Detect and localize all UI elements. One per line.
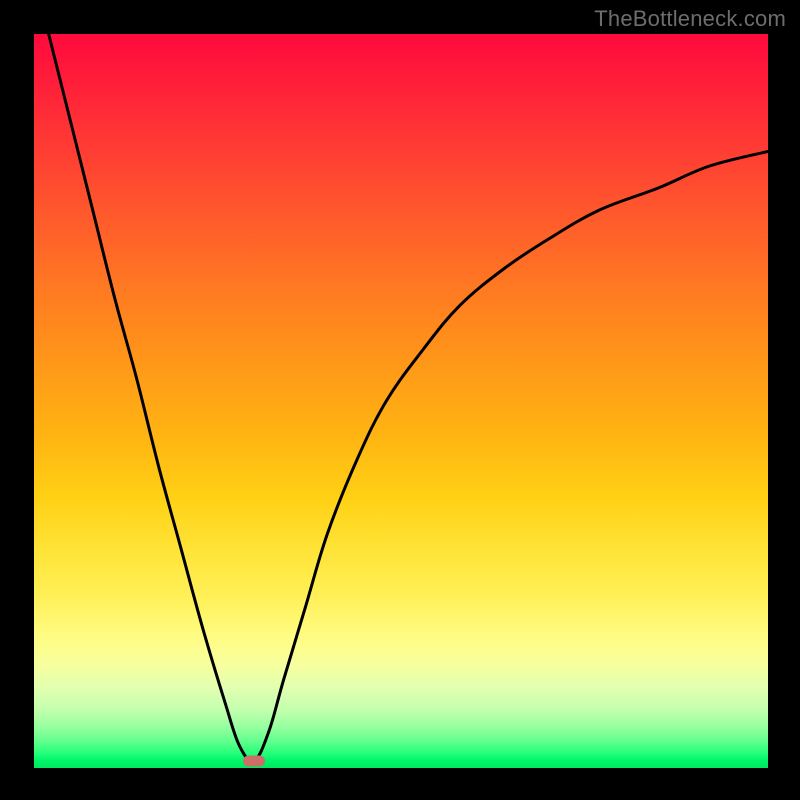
chart-frame: TheBottleneck.com [0,0,800,800]
watermark-text: TheBottleneck.com [594,6,786,32]
plot-area [34,34,768,768]
optimum-marker [243,755,265,766]
bottleneck-curve [34,34,768,768]
